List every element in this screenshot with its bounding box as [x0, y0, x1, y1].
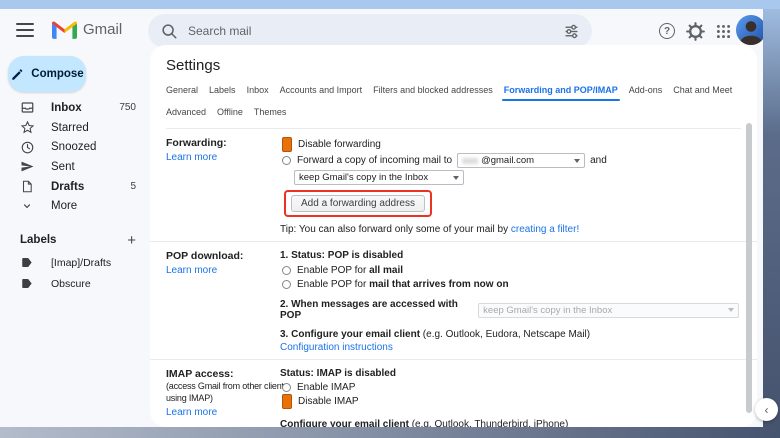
- frame-top-border: [0, 0, 780, 9]
- forwarding-learn-more-link[interactable]: Learn more: [166, 152, 280, 163]
- forward-copy-radio[interactable]: [282, 156, 291, 165]
- frame-bottom-border: [0, 427, 780, 438]
- chevron-down-icon: [20, 198, 37, 215]
- inbox-count: 750: [119, 102, 136, 113]
- pop-download-section: POP download: Learn more 1. Status: POP …: [150, 242, 757, 360]
- drafts-count: 5: [130, 181, 136, 192]
- creating-a-filter-link[interactable]: creating a filter!: [511, 224, 579, 235]
- help-icon[interactable]: ?: [657, 21, 677, 41]
- side-panel-toggle-button[interactable]: ‹: [755, 398, 778, 421]
- pop-learn-more-link[interactable]: Learn more: [166, 265, 280, 276]
- account-avatar[interactable]: [736, 15, 763, 45]
- imap-access-label: IMAP access:: [166, 368, 280, 380]
- forward-address-select[interactable]: @gmail.com: [457, 153, 585, 168]
- frame-right-border: [763, 9, 780, 427]
- clock-icon: [20, 139, 37, 156]
- add-forwarding-address-button[interactable]: Add a forwarding address: [291, 195, 425, 212]
- page-title: Settings: [150, 45, 757, 75]
- compose-button[interactable]: Compose: [8, 56, 86, 92]
- select-caret-icon: [728, 308, 734, 312]
- tab-inbox[interactable]: Inbox: [247, 85, 269, 96]
- pop-download-label: POP download:: [166, 250, 280, 262]
- select-caret-icon: [574, 159, 580, 163]
- settings-gear-icon[interactable]: [685, 21, 705, 41]
- gmail-m-icon: [52, 20, 77, 39]
- sidebar-item-drafts[interactable]: Drafts 5: [0, 177, 150, 197]
- create-label-icon[interactable]: +: [127, 232, 136, 249]
- label-item-imap-drafts[interactable]: [Imap]/Drafts: [0, 252, 150, 273]
- sidebar-item-inbox[interactable]: Inbox 750: [0, 98, 150, 118]
- search-options-icon[interactable]: [563, 23, 580, 40]
- imap-configure-text: Configure your email client (e.g. Outloo…: [280, 419, 739, 427]
- labels-header: Labels +: [0, 230, 150, 250]
- tab-filters-and-blocked-addresses[interactable]: Filters and blocked addresses: [373, 85, 493, 96]
- tab-advanced[interactable]: Advanced: [166, 107, 206, 118]
- enable-pop-from-now-radio[interactable]: [282, 280, 291, 289]
- sidebar-item-sent[interactable]: Sent: [0, 157, 150, 177]
- settings-tabs: General Labels Inbox Accounts and Import…: [166, 84, 741, 129]
- inbox-icon: [20, 99, 37, 116]
- pop-configure-text: 3. Configure your email client (e.g. Out…: [280, 329, 739, 340]
- label-tag-icon: [20, 254, 37, 271]
- tab-offline[interactable]: Offline: [217, 107, 243, 118]
- enable-imap-radio[interactable]: [282, 383, 291, 392]
- draft-file-icon: [20, 178, 37, 195]
- enable-pop-all-mail-radio[interactable]: [282, 266, 291, 275]
- pop-when-label: 2. When messages are accessed with POP: [280, 299, 473, 321]
- main-menu-icon[interactable]: [16, 23, 34, 37]
- imap-learn-more-link[interactable]: Learn more: [166, 407, 280, 418]
- sidebar-item-more[interactable]: More: [0, 196, 150, 216]
- google-apps-grid-icon[interactable]: [713, 21, 733, 41]
- gmail-app: Gmail Search mail ?: [0, 9, 763, 427]
- tab-chat-and-meet[interactable]: Chat and Meet: [673, 85, 732, 96]
- forwarding-tip: Tip: You can also forward only some of y…: [280, 224, 739, 235]
- star-icon: [20, 119, 37, 136]
- gmail-wordmark: Gmail: [83, 21, 122, 38]
- sidebar-item-starred[interactable]: Starred: [0, 118, 150, 138]
- pop-configuration-instructions-link[interactable]: Configuration instructions: [280, 342, 739, 353]
- search-input[interactable]: Search mail: [148, 14, 592, 48]
- chevron-left-icon: ‹: [765, 403, 769, 417]
- search-placeholder: Search mail: [188, 24, 563, 38]
- sidebar-nav: Inbox 750 Starred Snoozed Sent Drafts 5 …: [0, 98, 150, 216]
- search-icon[interactable]: [160, 22, 178, 40]
- label-item-obscure[interactable]: Obscure: [0, 273, 150, 294]
- send-icon: [20, 158, 37, 175]
- label-tag-icon: [20, 275, 37, 292]
- settings-panel: Settings General Labels Inbox Accounts a…: [150, 45, 757, 427]
- tab-add-ons[interactable]: Add-ons: [629, 85, 663, 96]
- pop-status-text: 1. Status: POP is disabled: [280, 250, 739, 261]
- sidebar-item-snoozed[interactable]: Snoozed: [0, 137, 150, 157]
- imap-status-text: Status: IMAP is disabled: [280, 368, 739, 379]
- pop-when-select: keep Gmail's copy in the Inbox: [478, 303, 739, 318]
- tab-themes[interactable]: Themes: [254, 107, 287, 118]
- tab-accounts-and-import[interactable]: Accounts and Import: [280, 85, 363, 96]
- labels-list: [Imap]/Drafts Obscure: [0, 252, 150, 294]
- gmail-logo[interactable]: Gmail: [52, 20, 122, 39]
- imap-access-section: IMAP access: (access Gmail from other cl…: [150, 360, 757, 427]
- tab-general[interactable]: General: [166, 85, 198, 96]
- tab-labels[interactable]: Labels: [209, 85, 236, 96]
- select-caret-icon: [453, 176, 459, 180]
- pencil-icon: [10, 67, 25, 82]
- redacted-username: [462, 158, 478, 164]
- forwarding-label: Forwarding:: [166, 137, 280, 149]
- tab-forwarding-and-pop-imap[interactable]: Forwarding and POP/IMAP: [504, 85, 618, 96]
- disable-imap-radio[interactable]: [282, 394, 292, 409]
- forwarding-section: Forwarding: Learn more Disable forwardin…: [150, 129, 757, 242]
- disable-forwarding-radio[interactable]: [282, 137, 292, 152]
- highlight-red-box: Add a forwarding address: [284, 190, 432, 217]
- card-scrollbar[interactable]: [746, 123, 752, 413]
- keep-copy-select[interactable]: keep Gmail's copy in the Inbox: [294, 170, 464, 185]
